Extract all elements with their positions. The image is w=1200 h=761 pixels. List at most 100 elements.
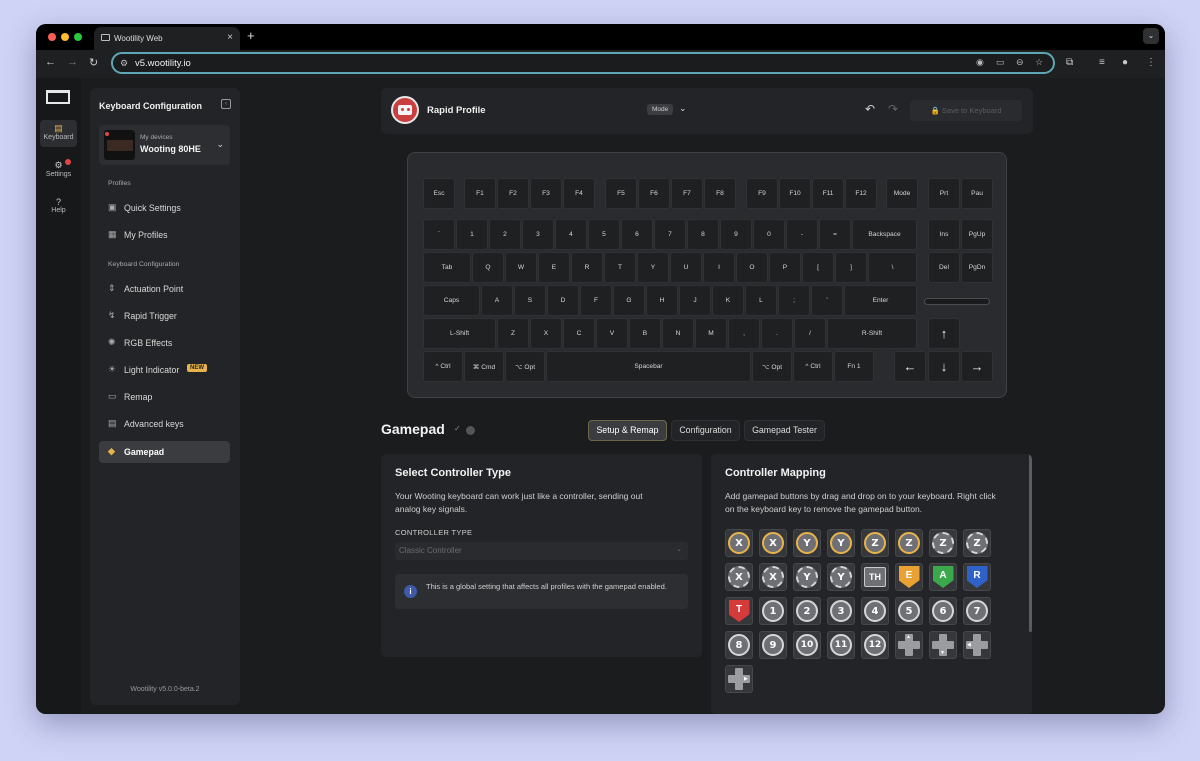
cast-icon[interactable]: ▭ <box>996 57 1005 68</box>
gamepad-button-a[interactable]: A <box>929 563 957 591</box>
key[interactable]: Tab <box>423 252 471 283</box>
rail-settings[interactable]: ⚙ Settings <box>40 157 77 184</box>
sidebar-item-rgb-effects[interactable]: ✺ RGB Effects <box>99 332 230 354</box>
gamepad-button-e[interactable]: E <box>895 563 923 591</box>
gamepad-button-y[interactable]: Y <box>793 563 821 591</box>
key[interactable]: I <box>703 252 735 283</box>
key[interactable]: . <box>761 318 793 349</box>
key[interactable]: C <box>563 318 595 349</box>
key[interactable]: 3 <box>522 219 554 250</box>
gamepad-button-dpad-down[interactable]: ▼ <box>929 631 957 659</box>
sidebar-item-actuation-point[interactable]: ⇕ Actuation Point <box>99 278 230 300</box>
scrollbar[interactable] <box>1029 454 1032 632</box>
gamepad-button-y[interactable]: Y <box>793 529 821 557</box>
key[interactable]: Prt <box>928 178 960 209</box>
gamepad-button-dpad-left[interactable]: ◀ <box>963 631 991 659</box>
key[interactable]: ^ Ctrl <box>793 351 833 382</box>
key[interactable]: F1 <box>464 178 496 209</box>
key[interactable]: F10 <box>779 178 811 209</box>
gamepad-button-x[interactable]: X <box>759 563 787 591</box>
key[interactable]: Backspace <box>852 219 917 250</box>
gamepad-button-7[interactable]: 7 <box>963 597 991 625</box>
key[interactable]: 5 <box>588 219 620 250</box>
sidebar-item-light-indicator[interactable]: ☀ Light Indicator NEW <box>99 359 230 381</box>
key[interactable]: , <box>728 318 760 349</box>
extensions-icon[interactable]: ⧉ <box>1066 57 1073 68</box>
key[interactable]: Pau <box>961 178 993 209</box>
key[interactable]: V <box>596 318 628 349</box>
forward-icon[interactable]: → <box>67 56 78 68</box>
key[interactable]: / <box>794 318 826 349</box>
gamepad-button-y[interactable]: Y <box>827 563 855 591</box>
gamepad-button-z[interactable]: Z <box>963 529 991 557</box>
new-tab-icon[interactable]: + <box>247 28 255 43</box>
gamepad-button-4[interactable]: 4 <box>861 597 889 625</box>
gamepad-button-3[interactable]: 3 <box>827 597 855 625</box>
key[interactable]: 9 <box>720 219 752 250</box>
key[interactable]: Z <box>497 318 529 349</box>
gamepad-button-2[interactable]: 2 <box>793 597 821 625</box>
key[interactable]: F5 <box>605 178 637 209</box>
key[interactable]: ' <box>811 285 843 316</box>
key[interactable]: 6 <box>621 219 653 250</box>
key[interactable]: R-Shift <box>827 318 917 349</box>
key[interactable]: → <box>961 351 993 382</box>
gamepad-button-1[interactable]: 1 <box>759 597 787 625</box>
rail-help[interactable]: ? Help <box>40 194 77 221</box>
key[interactable]: F <box>580 285 612 316</box>
gamepad-button-z[interactable]: Z <box>895 529 923 557</box>
sidebar-item-my-profiles[interactable]: ▦ My Profiles <box>99 224 230 246</box>
back-icon[interactable]: ← <box>45 56 56 68</box>
key[interactable]: ⌥ Opt <box>505 351 545 382</box>
key[interactable]: F11 <box>812 178 844 209</box>
key[interactable]: L-Shift <box>423 318 496 349</box>
gamepad-button-t[interactable]: T <box>725 597 753 625</box>
reload-icon[interactable]: ↻ <box>89 56 98 69</box>
key[interactable]: F2 <box>497 178 529 209</box>
gamepad-button-x[interactable]: X <box>725 529 753 557</box>
sidebar-item-rapid-trigger[interactable]: ↯ Rapid Trigger <box>99 305 230 327</box>
tab-search-icon[interactable]: ⌄ <box>1143 28 1159 44</box>
key[interactable]: X <box>530 318 562 349</box>
key[interactable]: ← <box>894 351 926 382</box>
key[interactable]: 0 <box>753 219 785 250</box>
key[interactable]: Fn 1 <box>834 351 874 382</box>
tab-setup-remap[interactable]: Setup & Remap <box>588 420 667 441</box>
undo-icon[interactable]: ↶ <box>865 102 875 116</box>
key[interactable]: M <box>695 318 727 349</box>
gamepad-button-dpad-up[interactable]: ▲ <box>895 631 923 659</box>
device-selector[interactable]: My devices Wooting 80HE ⌄ <box>99 125 230 165</box>
gamepad-toggle[interactable] <box>466 426 475 435</box>
profile-avatar[interactable] <box>391 96 419 124</box>
key[interactable]: ↓ <box>928 351 960 382</box>
key[interactable]: 4 <box>555 219 587 250</box>
key[interactable]: O <box>736 252 768 283</box>
maximize-window-icon[interactable] <box>74 33 82 41</box>
redo-icon[interactable]: ↷ <box>888 102 898 116</box>
gamepad-button-z[interactable]: Z <box>861 529 889 557</box>
key[interactable]: ` <box>423 219 455 250</box>
key[interactable]: F7 <box>671 178 703 209</box>
chevron-down-icon[interactable]: ⌄ <box>679 103 687 114</box>
key[interactable]: B <box>629 318 661 349</box>
gamepad-button-12[interactable]: 12 <box>861 631 889 659</box>
gamepad-button-x[interactable]: X <box>759 529 787 557</box>
key[interactable]: Del <box>928 252 960 283</box>
sidebar-item-gamepad[interactable]: ◆ Gamepad <box>99 441 230 463</box>
close-tab-icon[interactable]: × <box>227 32 233 43</box>
key[interactable]: F8 <box>704 178 736 209</box>
tab-configuration[interactable]: Configuration <box>671 420 740 441</box>
minimize-window-icon[interactable] <box>61 33 69 41</box>
key[interactable]: F12 <box>845 178 877 209</box>
key[interactable]: F4 <box>563 178 595 209</box>
address-bar[interactable]: ⚙ v5.wootility.io ◉ ▭ ⊖ ☆ <box>111 52 1055 74</box>
eye-icon[interactable]: ◉ <box>976 57 984 68</box>
key[interactable]: L <box>745 285 777 316</box>
key[interactable]: F9 <box>746 178 778 209</box>
key[interactable]: Q <box>472 252 504 283</box>
zoom-icon[interactable]: ⊖ <box>1016 57 1024 68</box>
key[interactable]: F3 <box>530 178 562 209</box>
key[interactable]: - <box>786 219 818 250</box>
key[interactable]: ] <box>835 252 867 283</box>
key[interactable]: \ <box>868 252 917 283</box>
